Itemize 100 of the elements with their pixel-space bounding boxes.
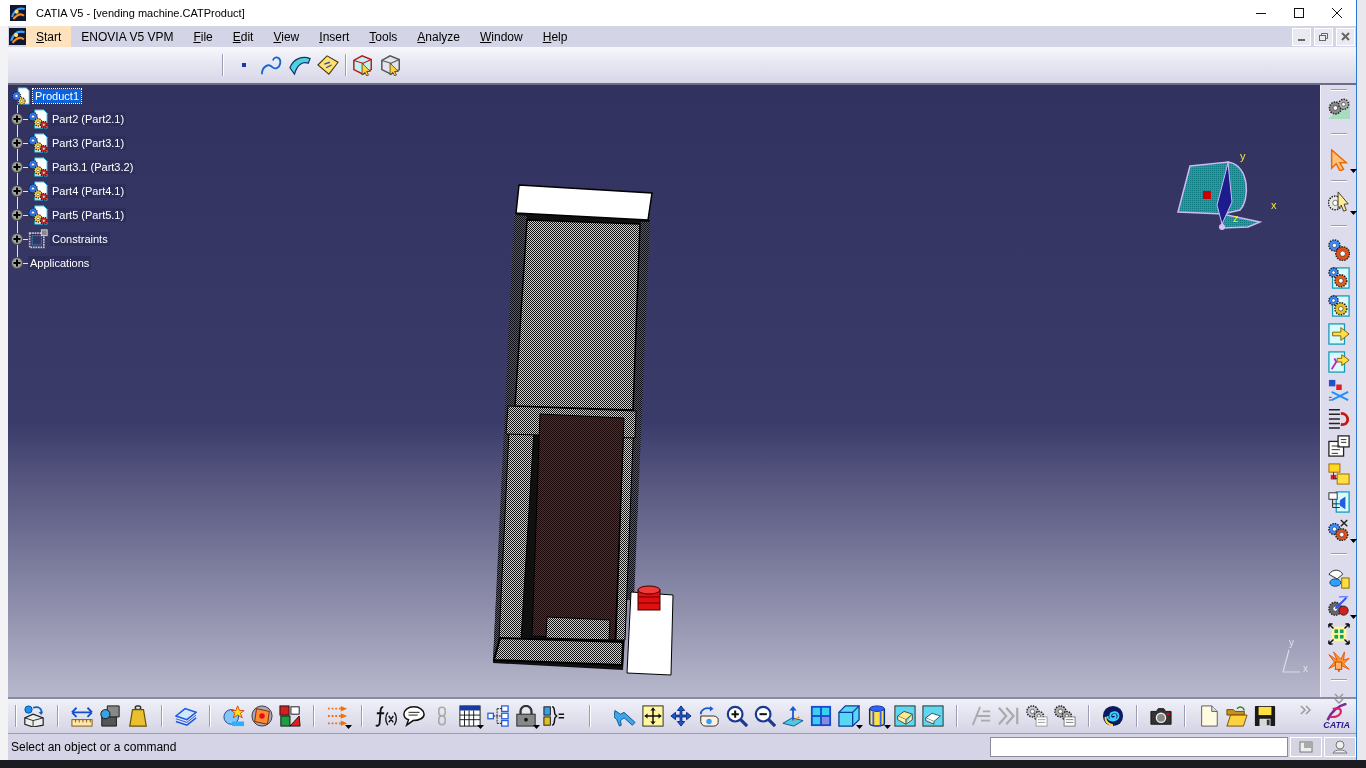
document-arrow-icon[interactable] xyxy=(1327,351,1350,373)
menu-item[interactable]: ENOVIA V5 VPM xyxy=(71,26,184,47)
gears-icon[interactable] xyxy=(1327,519,1350,541)
rotate-icon[interactable] xyxy=(698,705,720,727)
box-arrow-icon[interactable] xyxy=(23,705,45,727)
compass-widget[interactable] xyxy=(1177,161,1263,230)
brace-equals-icon[interactable] xyxy=(543,705,565,727)
person-icon[interactable] xyxy=(1324,737,1356,757)
menu-item[interactable]: Help xyxy=(532,26,578,47)
speech-bubble-icon[interactable] xyxy=(403,705,425,727)
gears-document-icon[interactable] xyxy=(1327,267,1350,289)
plus-icon[interactable] xyxy=(11,161,23,173)
swirl-icon[interactable] xyxy=(1102,705,1124,727)
weight-icon[interactable] xyxy=(127,705,149,727)
list-undo-icon[interactable] xyxy=(1327,407,1350,429)
gears-sheet-icon[interactable] xyxy=(1054,705,1076,727)
hierarchy-boxes-icon[interactable] xyxy=(1327,463,1350,485)
command-input[interactable] xyxy=(990,737,1288,757)
hierarchy-icon[interactable] xyxy=(487,705,509,727)
table-icon[interactable] xyxy=(459,705,481,727)
plus-icon[interactable] xyxy=(11,185,23,197)
plus-icon[interactable] xyxy=(11,209,23,221)
chevron-icon[interactable] xyxy=(1333,692,1344,704)
swoosh-logo-icon xyxy=(1325,702,1348,721)
tree-item[interactable]: Part4 (Part4.1) xyxy=(50,184,127,198)
menu-item[interactable]: Start xyxy=(26,26,72,47)
minimize-icon[interactable] xyxy=(1256,12,1266,14)
menu-item[interactable]: Insert xyxy=(309,26,360,47)
new-document-icon[interactable] xyxy=(1198,705,1220,727)
gears-icon[interactable] xyxy=(1327,97,1350,119)
caret-icon[interactable] xyxy=(477,725,484,729)
shaded-box-icon[interactable] xyxy=(922,705,944,727)
app-logo-icon[interactable] xyxy=(8,28,26,45)
tree-item[interactable]: Part3.1 (Part3.2) xyxy=(50,160,136,174)
menu-item[interactable]: Window xyxy=(470,26,533,47)
burst-icon[interactable] xyxy=(1327,651,1350,673)
tree-item[interactable]: Constraints xyxy=(50,232,110,246)
document-arrow-icon[interactable] xyxy=(1327,323,1350,345)
sphere-star-icon[interactable] xyxy=(223,705,245,727)
ruler-arrow-icon[interactable] xyxy=(71,705,93,727)
open-folder-icon[interactable] xyxy=(1226,705,1248,727)
menu-item[interactable]: View xyxy=(263,26,310,47)
save-icon[interactable] xyxy=(1254,705,1276,727)
gears-document-icon[interactable] xyxy=(1327,295,1350,317)
hand-cylinder-icon[interactable] xyxy=(1327,567,1350,589)
formula-icon[interactable] xyxy=(375,705,397,727)
tree-item[interactable]: Product1 xyxy=(33,89,82,103)
close-icon[interactable] xyxy=(1332,8,1342,18)
restore-icon[interactable] xyxy=(1314,27,1333,46)
gears-sheet-icon[interactable] xyxy=(1026,705,1048,727)
menu-item[interactable]: File xyxy=(183,26,223,47)
cross-arrows-icon[interactable] xyxy=(1327,379,1350,401)
block-icon[interactable] xyxy=(99,705,121,727)
zoom-out-icon[interactable] xyxy=(754,705,776,727)
maximize-icon[interactable] xyxy=(1294,8,1304,18)
sketch-plane-icon[interactable] xyxy=(317,54,339,76)
menu-item[interactable]: Edit xyxy=(222,26,264,47)
quad-view-icon[interactable] xyxy=(810,705,832,727)
colored-cubes-icon[interactable] xyxy=(279,705,301,727)
menu-item[interactable]: Analyze xyxy=(407,26,471,47)
dotted-arrows-icon[interactable] xyxy=(327,705,349,727)
caret-icon[interactable] xyxy=(1349,169,1357,173)
plus-icon[interactable] xyxy=(11,233,23,245)
cube-icon[interactable] xyxy=(838,705,860,727)
caret-icon[interactable] xyxy=(1349,539,1357,543)
part-icon xyxy=(28,205,48,225)
fit-all-icon[interactable] xyxy=(642,705,664,727)
gear-pointer-icon[interactable] xyxy=(1327,191,1350,213)
gears-icon[interactable] xyxy=(1327,239,1350,261)
tree-item[interactable]: Part3 (Part3.1) xyxy=(50,136,127,150)
document-tree-icon[interactable] xyxy=(1327,491,1350,513)
cube-pointer-icon[interactable] xyxy=(380,54,402,76)
sphere-section-icon[interactable] xyxy=(251,705,273,727)
plus-icon[interactable] xyxy=(11,113,23,125)
document-stack-icon[interactable] xyxy=(1327,435,1350,457)
caret-icon[interactable] xyxy=(856,725,863,729)
shaded-box-icon[interactable] xyxy=(894,705,916,727)
caret-icon[interactable] xyxy=(533,725,540,729)
caret-icon[interactable] xyxy=(345,725,352,729)
gear-lever-icon[interactable] xyxy=(1327,595,1350,617)
zoom-in-icon[interactable] xyxy=(726,705,748,727)
surface-icon[interactable] xyxy=(289,54,311,76)
caret-icon[interactable] xyxy=(884,725,891,729)
tree-item[interactable]: Part5 (Part5.1) xyxy=(50,208,127,222)
expand-arrows-icon[interactable] xyxy=(1327,623,1350,645)
normal-view-icon[interactable] xyxy=(782,705,804,727)
plus-icon[interactable] xyxy=(11,137,23,149)
caret-icon[interactable] xyxy=(1349,211,1357,215)
tree-item[interactable]: Part2 (Part2.1) xyxy=(50,112,127,126)
caret-icon[interactable] xyxy=(1349,615,1357,619)
cylinder-icon[interactable] xyxy=(866,705,888,727)
camera-icon[interactable] xyxy=(1150,705,1172,727)
curve-icon[interactable] xyxy=(261,54,283,76)
lock-icon[interactable] xyxy=(515,705,537,727)
tree-item[interactable]: Applications xyxy=(28,256,92,270)
menu-item[interactable]: Tools xyxy=(359,26,408,47)
cube-pointer-icon[interactable] xyxy=(352,54,374,76)
stacked-sheets-icon[interactable] xyxy=(175,705,197,727)
pan-icon[interactable] xyxy=(670,705,692,727)
plus-icon[interactable] xyxy=(11,257,23,269)
